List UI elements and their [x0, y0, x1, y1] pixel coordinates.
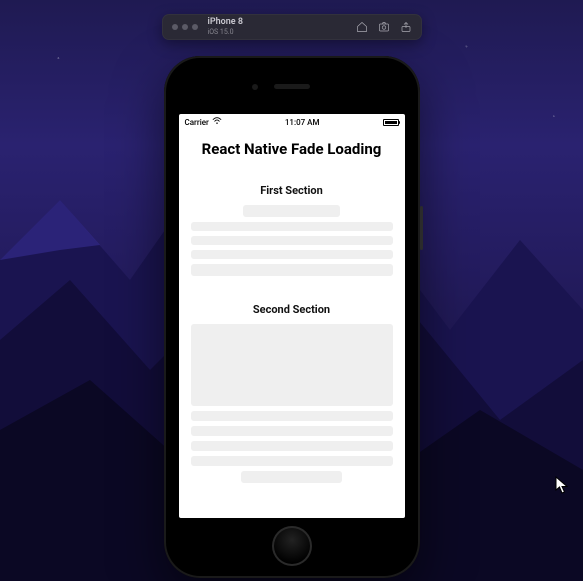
- minimize-dot[interactable]: [182, 24, 188, 30]
- mouse-cursor-icon: [555, 476, 569, 494]
- home-button[interactable]: [272, 526, 312, 566]
- section-title-second: Second Section: [191, 303, 393, 316]
- ios-status-bar: Carrier 11:07 AM: [179, 114, 405, 130]
- phone-camera: [252, 84, 258, 90]
- skeleton-line: [191, 236, 393, 245]
- zoom-dot[interactable]: [192, 24, 198, 30]
- toolbar-actions: [356, 21, 412, 33]
- section-title-first: First Section: [191, 184, 393, 197]
- simulator-toolbar: iPhone 8 iOS 15.0: [162, 14, 422, 40]
- section-second: Second Section: [179, 285, 405, 492]
- skeleton-line: [191, 441, 393, 451]
- carrier-label: Carrier: [185, 118, 209, 127]
- skeleton-line: [191, 456, 393, 466]
- skeleton-line: [191, 411, 393, 421]
- device-os-label: iOS 15.0: [208, 29, 346, 36]
- close-dot[interactable]: [172, 24, 178, 30]
- status-time: 11:07 AM: [285, 118, 320, 127]
- device-name-label: iPhone 8: [208, 18, 346, 27]
- skeleton-line: [191, 264, 393, 276]
- skeleton-line: [191, 222, 393, 231]
- skeleton-block: [191, 324, 393, 406]
- share-icon[interactable]: [400, 21, 412, 33]
- skeleton-line: [191, 426, 393, 436]
- phone-screen[interactable]: Carrier 11:07 AM React Native Fade Loadi…: [179, 114, 405, 518]
- skeleton-bar: [241, 471, 342, 483]
- phone-speaker: [274, 84, 310, 89]
- screenshot-icon[interactable]: [378, 21, 390, 33]
- section-first: First Section: [179, 166, 405, 285]
- iphone-frame: Carrier 11:07 AM React Native Fade Loadi…: [164, 56, 420, 578]
- app-root: React Native Fade Loading First Section …: [179, 130, 405, 518]
- battery-icon: [383, 119, 399, 126]
- skeleton-line: [191, 250, 393, 259]
- wifi-icon: [212, 117, 222, 127]
- device-info: iPhone 8 iOS 15.0: [208, 18, 346, 36]
- phone-side-button: [420, 206, 423, 250]
- window-traffic-lights[interactable]: [172, 24, 198, 30]
- skeleton-bar: [243, 205, 340, 217]
- home-icon[interactable]: [356, 21, 368, 33]
- page-title: React Native Fade Loading: [179, 130, 405, 166]
- status-left: Carrier: [185, 117, 222, 127]
